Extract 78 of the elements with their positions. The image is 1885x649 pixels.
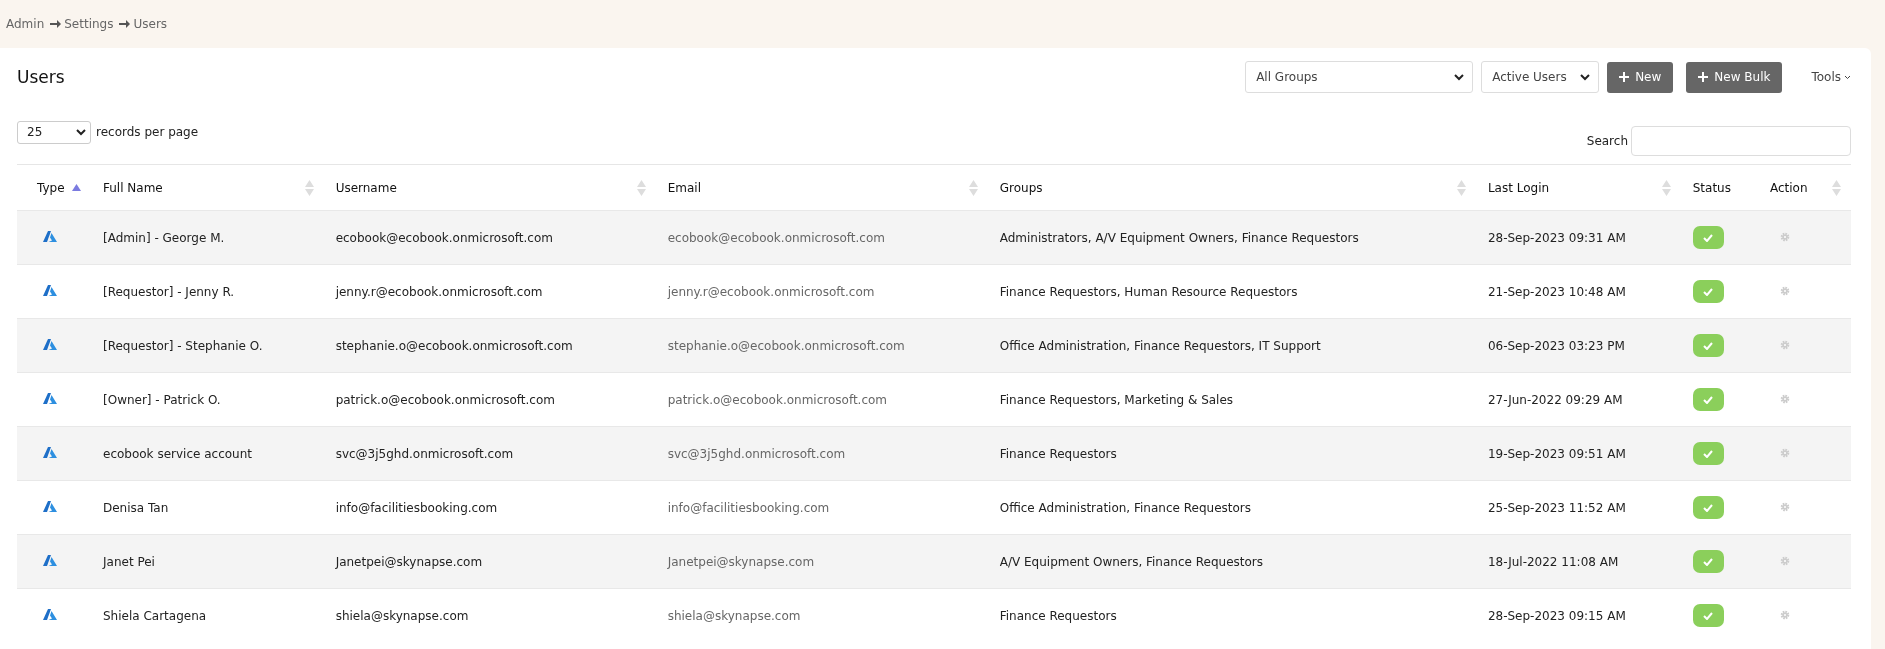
breadcrumb-link[interactable]: Settings: [64, 17, 114, 31]
table-cell: [Admin] - George M.: [91, 210, 324, 265]
column-header[interactable]: Status: [1692, 180, 1731, 195]
column-header[interactable]: Type: [37, 180, 65, 195]
plus-icon: [1698, 72, 1709, 82]
table-cell: Office Administration, Finance Requestors, IT Support: [987, 318, 1476, 373]
table-cell: Shiela Cartagena: [91, 588, 324, 642]
settings-icon[interactable]: [1779, 555, 1790, 566]
table-cell: svc@3j5ghd.onmicrosoft.com: [655, 426, 988, 481]
plus-icon: [1619, 72, 1630, 82]
column-header[interactable]: Action: [1769, 180, 1808, 195]
triangle-logo-icon: [43, 230, 57, 242]
table-cell: ecobook@ecobook.onmicrosoft.com: [655, 210, 988, 265]
checkmark-icon: [1703, 449, 1714, 458]
triangle-logo-icon: [43, 554, 57, 566]
column-header[interactable]: Full Name: [103, 180, 163, 195]
checkmark-icon: [1703, 557, 1714, 566]
search-field[interactable]: [1631, 126, 1851, 156]
chevron-down-icon: [76, 128, 86, 136]
new-button[interactable]: New Bulk: [1686, 61, 1783, 93]
group-filter-dropdown[interactable]: All Groups: [1245, 61, 1474, 93]
triangle-logo-icon: [43, 608, 57, 620]
new-button[interactable]: New: [1607, 61, 1674, 93]
chevron-down-icon: [1844, 74, 1851, 80]
table-cell: stephanie.o@ecobook.onmicrosoft.com: [323, 318, 656, 373]
settings-icon[interactable]: [1779, 231, 1790, 242]
table-cell: [Requestor] - Stephanie O.: [91, 318, 324, 373]
checkmark-icon: [1703, 503, 1714, 512]
checkmark-icon: [1703, 287, 1714, 296]
column-header[interactable]: Username: [335, 180, 397, 195]
checkmark-icon: [1703, 341, 1714, 350]
chevron-down-icon: [1454, 73, 1465, 81]
table-cell: 19-Sep-2023 09:51 AM: [1475, 426, 1681, 481]
arrow-right-icon: [119, 19, 131, 29]
settings-icon[interactable]: [1779, 339, 1790, 350]
breadcrumb-link[interactable]: Users: [133, 17, 168, 31]
settings-icon[interactable]: [1779, 501, 1790, 512]
settings-icon[interactable]: [1779, 393, 1790, 404]
table-cell: Finance Requestors: [987, 426, 1476, 481]
table-cell: Janetpei@skynapse.com: [323, 534, 656, 589]
checkmark-icon: [1703, 611, 1714, 620]
table-cell: ecobook service account: [91, 426, 324, 481]
checkmark-icon: [1703, 233, 1714, 242]
breadcrumb-link[interactable]: Admin: [6, 17, 45, 31]
table-cell: A/V Equipment Owners, Finance Requestors: [987, 534, 1476, 589]
triangle-logo-icon: [43, 500, 57, 512]
column-header[interactable]: Groups: [999, 180, 1043, 195]
table-cell: 06-Sep-2023 03:23 PM: [1475, 318, 1681, 373]
search-label: Search: [1586, 134, 1628, 148]
settings-icon[interactable]: [1779, 285, 1790, 296]
chevron-down-icon: [1580, 73, 1591, 81]
page-size-dropdown[interactable]: 25: [17, 120, 91, 144]
settings-icon[interactable]: [1779, 609, 1790, 620]
arrow-right-icon: [50, 19, 62, 29]
table-cell: 28-Sep-2023 09:15 AM: [1475, 588, 1681, 642]
table-cell: ecobook@ecobook.onmicrosoft.com: [323, 210, 656, 265]
checkmark-icon: [1703, 395, 1714, 404]
settings-icon[interactable]: [1779, 447, 1790, 458]
table-cell: shiela@skynapse.com: [655, 588, 988, 642]
table-cell: Administrators, A/V Equipment Owners, Finance Requestors: [987, 210, 1476, 265]
triangle-logo-icon: [43, 392, 57, 404]
table-cell: stephanie.o@ecobook.onmicrosoft.com: [655, 318, 988, 373]
triangle-logo-icon: [43, 446, 57, 458]
triangle-logo-icon: [43, 338, 57, 350]
column-header[interactable]: Email: [667, 180, 701, 195]
user-filter-dropdown[interactable]: Active Users: [1481, 61, 1600, 93]
table-cell: svc@3j5ghd.onmicrosoft.com: [323, 426, 656, 481]
table-cell: Janet Pei: [91, 534, 324, 589]
triangle-logo-icon: [43, 284, 57, 296]
column-header[interactable]: Last Login: [1487, 180, 1550, 195]
page-title: Users: [17, 67, 66, 87]
table-cell: 28-Sep-2023 09:31 AM: [1475, 210, 1681, 265]
table-cell: shiela@skynapse.com: [323, 588, 656, 642]
table-cell: Janetpei@skynapse.com: [655, 534, 988, 589]
page-size-label: records per page: [96, 125, 199, 139]
tools-menu[interactable]: Tools: [1811, 70, 1851, 84]
table-cell: 18-Jul-2022 11:08 AM: [1475, 534, 1681, 589]
table-cell: Finance Requestors: [987, 588, 1476, 642]
